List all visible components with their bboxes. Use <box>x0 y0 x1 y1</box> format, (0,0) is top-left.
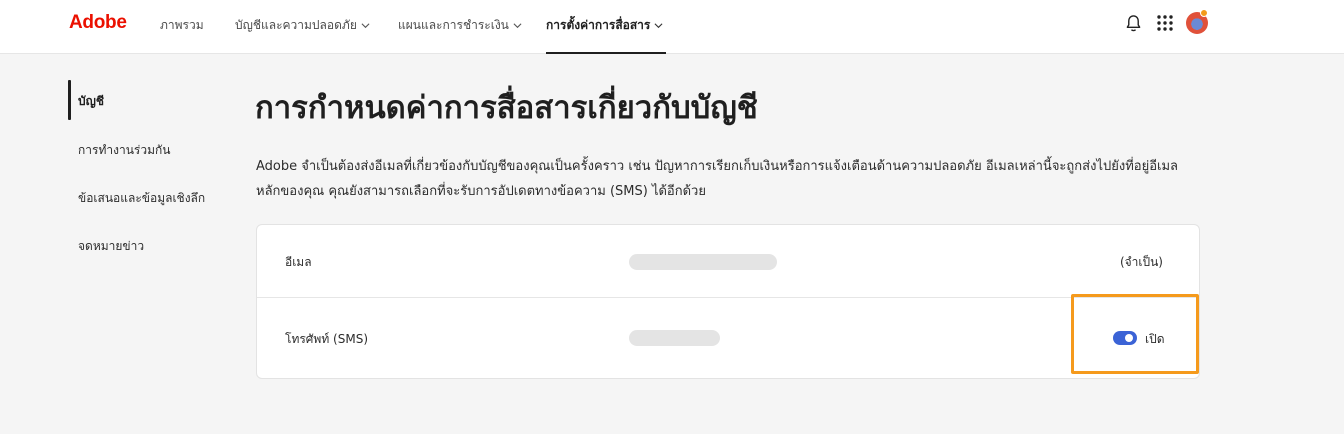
nav-plans-payment[interactable]: แผนและการชำระเงิน <box>398 16 522 35</box>
top-bar: Adobe ภาพรวม บัญชีและความปลอดภัย แผนและก… <box>0 0 1344 54</box>
sidebar-item-newsletters[interactable]: จดหมายข่าว <box>78 237 144 256</box>
nav-overview-label: ภาพรวม <box>160 18 204 32</box>
communication-preferences-card: อีเมล (จำเป็น) โทรศัพท์ (SMS) เปิด <box>256 224 1200 379</box>
email-required-label: (จำเป็น) <box>1119 255 1163 269</box>
bell-icon[interactable] <box>1125 14 1142 33</box>
apps-grid-icon[interactable] <box>1157 15 1173 31</box>
highlight-box <box>1071 294 1199 374</box>
chevron-down-icon <box>361 23 370 29</box>
sidebar-item-account[interactable]: บัญชี <box>78 92 104 111</box>
page-title: การกำหนดค่าการสื่อสารเกี่ยวกับบัญชี <box>255 90 758 126</box>
sms-row-label: โทรศัพท์ (SMS) <box>285 332 369 346</box>
sidebar-active-indicator <box>68 80 71 120</box>
adobe-logo[interactable]: Adobe <box>69 12 127 34</box>
sidebar-item-offers-insights[interactable]: ข้อเสนอและข้อมูลเชิงลึก <box>78 189 205 208</box>
chevron-down-icon <box>513 23 522 29</box>
sidebar-item-collaboration[interactable]: การทำงานร่วมกัน <box>78 141 170 160</box>
nav-overview[interactable]: ภาพรวม <box>160 16 204 35</box>
nav-plans-payment-label: แผนและการชำระเงิน <box>398 18 509 32</box>
active-tab-indicator <box>546 52 666 54</box>
page-description: Adobe จำเป็นต้องส่งอีเมลที่เกี่ยวข้องกับ… <box>256 159 1178 199</box>
chevron-down-icon <box>654 23 663 29</box>
nav-account-security[interactable]: บัญชีและความปลอดภัย <box>235 16 370 35</box>
email-row-label: อีเมล <box>285 255 312 269</box>
nav-communication-settings-label: การตั้งค่าการสื่อสาร <box>546 18 651 32</box>
nav-communication-settings[interactable]: การตั้งค่าการสื่อสาร <box>546 16 663 35</box>
nav-account-security-label: บัญชีและความปลอดภัย <box>235 18 357 32</box>
phone-value-redacted <box>629 330 720 346</box>
row-divider <box>257 297 1199 298</box>
email-value-redacted <box>629 254 777 270</box>
notification-dot <box>1200 9 1208 17</box>
